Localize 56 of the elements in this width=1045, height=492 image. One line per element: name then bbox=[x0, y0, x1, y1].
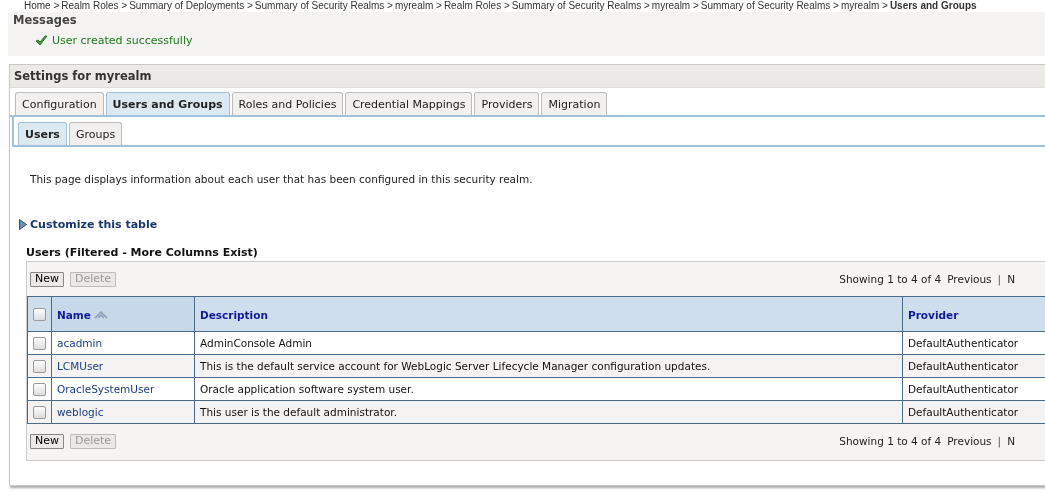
previous-link[interactable]: Previous bbox=[947, 273, 992, 285]
breadcrumb-current: Users and Groups bbox=[889, 0, 977, 11]
user-name-link[interactable]: weblogic bbox=[51, 400, 195, 424]
tab[interactable]: Providers bbox=[474, 92, 540, 115]
column-header[interactable]: Provider bbox=[902, 296, 1045, 332]
select-all-checkbox[interactable] bbox=[33, 307, 46, 321]
sort-icon[interactable] bbox=[93, 310, 108, 319]
next-link[interactable]: N bbox=[1007, 435, 1015, 447]
paging-summary: Showing 1 to 4 of 4 bbox=[839, 273, 942, 285]
tab[interactable]: Users and Groups bbox=[105, 92, 230, 115]
breadcrumb-link[interactable]: myrealm > bbox=[840, 0, 888, 11]
row-checkbox[interactable] bbox=[33, 382, 46, 396]
breadcrumb-link[interactable]: Summary of Security Realms > bbox=[700, 0, 839, 11]
table-action-button[interactable]: New bbox=[30, 433, 64, 449]
breadcrumb-link[interactable]: Home > bbox=[24, 0, 60, 11]
row-checkbox[interactable] bbox=[33, 405, 46, 419]
table-cell: This is the default service account for WebLogic Server Lifecycle Manager configuration updates. bbox=[194, 354, 903, 378]
tab[interactable]: Configuration bbox=[15, 92, 104, 115]
messages-title: Messages bbox=[12, 12, 78, 29]
table-cell: AdminConsole Admin bbox=[194, 331, 903, 355]
breadcrumb-link[interactable]: Summary of Security Realms > bbox=[254, 0, 393, 11]
breadcrumb-link[interactable]: Realm Roles > bbox=[61, 0, 128, 11]
paging-separator: | bbox=[997, 435, 1002, 447]
table-cell: Oracle application software system user. bbox=[194, 377, 903, 401]
tab[interactable]: Migration bbox=[541, 92, 608, 115]
row-checkbox[interactable] bbox=[33, 359, 46, 373]
breadcrumb-link[interactable]: Summary of Deployments > bbox=[129, 0, 253, 11]
subtab[interactable]: Groups bbox=[68, 122, 123, 145]
paging-separator: | bbox=[997, 273, 1002, 285]
tab[interactable]: Credential Mappings bbox=[345, 92, 473, 115]
table-cell: DefaultAuthenticator bbox=[902, 354, 1045, 378]
table-cell: DefaultAuthenticator bbox=[902, 400, 1045, 424]
checkmark-icon bbox=[35, 35, 48, 46]
subtab[interactable]: Users bbox=[18, 122, 67, 145]
intro-text: This page displays information about each user that has been configured in this security realm. bbox=[30, 173, 534, 185]
column-header[interactable]: Description bbox=[194, 296, 903, 332]
user-name-link[interactable]: LCMUser bbox=[51, 354, 195, 378]
breadcrumb-link[interactable]: Realm Roles > bbox=[443, 0, 510, 11]
user-name-link[interactable]: acadmin bbox=[51, 331, 195, 355]
message-text: User created successfully bbox=[52, 34, 193, 47]
paging-summary: Showing 1 to 4 of 4 bbox=[839, 435, 942, 447]
previous-link[interactable]: Previous bbox=[947, 435, 992, 447]
breadcrumb-link[interactable]: myrealm > bbox=[651, 0, 699, 11]
table-title: Users (Filtered - More Columns Exist) bbox=[26, 246, 259, 259]
breadcrumb-link[interactable]: myrealm > bbox=[394, 0, 442, 11]
row-checkbox[interactable] bbox=[33, 336, 46, 350]
breadcrumb-link[interactable]: Summary of Security Realms > bbox=[511, 0, 650, 11]
customize-table-link[interactable]: Customize this table bbox=[30, 218, 158, 231]
table-cell: This user is the default administrator. bbox=[194, 400, 903, 424]
user-name-link[interactable]: OracleSystemUser bbox=[51, 377, 195, 401]
table-action-button[interactable]: New bbox=[30, 271, 64, 287]
settings-title: Settings for myrealm bbox=[10, 65, 1045, 88]
expand-triangle-icon[interactable] bbox=[19, 219, 27, 230]
column-header[interactable]: Name bbox=[51, 296, 195, 332]
next-link[interactable]: N bbox=[1007, 273, 1015, 285]
tab[interactable]: Roles and Policies bbox=[231, 92, 344, 115]
